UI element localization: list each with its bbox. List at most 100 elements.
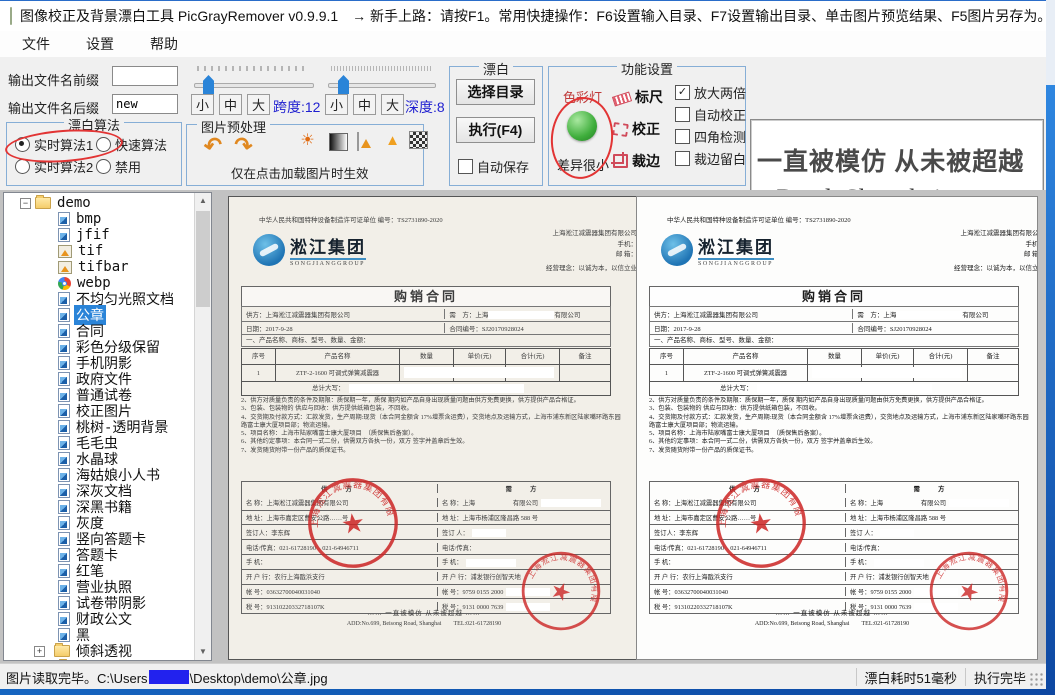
title-bar: 图像校正及背景漂白工具 PicGrayRemover v0.9.9.1 → 新手… [0,0,1046,31]
depth-slider-thumb[interactable] [338,75,349,94]
algorithm-group-title: 漂白算法 [64,115,124,134]
magnifier-text-line1: 一直被模仿 从未被超越 [757,142,1024,178]
contract-terms: 2、供方对质量负责的条件及期限：质保期一年，质保 期内如产品自身出现质量问题由供… [241,397,625,455]
menu-帮助[interactable]: 帮助 [136,31,192,57]
date-row: 日期：2017-9-28 合同编号：SJ20170928024 [649,321,1019,335]
select-directory-button[interactable]: 选择目录 [456,79,535,105]
contrast-icon[interactable] [329,133,348,151]
image-icon [58,484,70,498]
check-四角检测[interactable]: 四角检测 [675,125,746,147]
image-icon [58,372,70,386]
date-cell: 日期：2017-9-28 [242,323,444,333]
contract-document: 中华人民共和国特种设备制造许可证单位 编号：TS2731890-2020 淞江集… [637,197,1038,659]
histogram-icon[interactable] [357,132,359,151]
tool-校正[interactable]: 校正 [613,113,663,145]
image-icon [58,308,70,322]
radio-icon [15,159,30,174]
radio-实时算法1[interactable]: 实时算法1 [15,133,96,155]
execute-button[interactable]: 执行(F4) [456,117,535,143]
check-裁边留白[interactable]: 裁边留白 [675,147,746,169]
image-icon [58,324,70,338]
resize-grip[interactable] [1030,673,1044,687]
tree-item-tifbar[interactable]: tifbar [4,259,195,275]
folder-icon [35,197,51,209]
tree-item-财政公文[interactable]: 财政公文 [4,611,195,627]
prefix-input[interactable] [112,66,178,86]
image-icon [58,436,70,450]
check-放大两倍[interactable]: ✓放大两倍 [675,81,746,103]
logo-text: 淞江集团 [698,233,774,258]
dither-icon[interactable] [409,131,428,149]
check-自动校正[interactable]: 自动校正 [675,103,746,125]
size-button-小[interactable]: 小 [325,94,348,115]
status-bar: 图片读取完毕。C:\Users \Desktop\demo\公章.jpg 漂白耗… [0,663,1046,690]
image-icon [58,548,70,562]
tree-item-jfif[interactable]: jfif [4,227,195,243]
bleach-groupbox: 漂白 选择目录 执行(F4) 自动保存 [449,66,543,186]
image-icon [58,228,70,242]
contract-document: 中华人民共和国特种设备制造许可证单位 编号：TS2731890-2020 淞江集… [229,197,659,659]
span-value-label: 跨度:12 [273,97,320,117]
algorithm-options: 实时算法1快速算法实时算法2禁用 [15,133,177,177]
image-icon [58,388,70,402]
radio-快速算法[interactable]: 快速算法 [96,133,177,155]
preview-original[interactable]: 中华人民共和国特种设备制造许可证单位 编号：TS2731890-2020 淞江集… [228,196,660,660]
brightness-icon[interactable]: ☀ [299,133,316,149]
size-button-小[interactable]: 小 [191,94,214,115]
footer-address: ADD:No.699, Beisong Road, Shanghai TEL:0… [637,618,1027,627]
threshold-icon[interactable]: ▲ [384,133,401,149]
company-logo: 淞江集团 SONGJIANGGROUP [661,233,774,267]
tree-scrollbar[interactable]: ▲ ▼ [194,193,211,660]
size-button-大[interactable]: 大 [247,94,270,115]
bleach-time: 漂白耗时51毫秒 [865,668,957,687]
mail-line: 邮 箱： [954,250,1038,261]
product-table-header: 序号产品名称数量单价(元)合计(元)备注 [650,349,1018,364]
cert-line: 中华人民共和国特种设备制造许可证单位 编号：TS2731890-2020 [259,214,443,224]
image-icon [58,340,70,354]
tool-裁边[interactable]: 裁边 [613,145,663,177]
suffix-input[interactable] [112,94,178,114]
footer-slogan: …… 一直被模仿 从未被超越 …… [637,607,1027,617]
contract-title: 购销合同 [649,286,1019,307]
size-button-中[interactable]: 中 [219,94,242,115]
autosave-checkbox[interactable]: 自动保存 [458,157,529,176]
redo-icon[interactable]: ↷ [232,132,255,161]
tool-标尺[interactable]: 标尺 [613,81,663,113]
tree-item-倾斜透视[interactable]: +倾斜透视 [4,643,195,659]
radio-实时算法2[interactable]: 实时算法2 [15,155,96,177]
span-slider-thumb[interactable] [203,75,214,94]
preview-processed[interactable]: 中华人民共和国特种设备制造许可证单位 编号：TS2731890-2020 淞江集… [636,196,1038,660]
menu-文件[interactable]: 文件 [8,31,64,57]
size-button-中[interactable]: 中 [353,94,376,115]
status-message: 图片读取完毕。C:\Users \Desktop\demo\公章.jpg [6,668,328,687]
checkbox-icon [675,107,690,122]
menu-设置[interactable]: 设置 [72,31,128,57]
contract-terms: 2、供方对质量负责的条件及期限：质保期一年，质保 期内如产品自身出现质量问题由供… [649,397,1033,455]
date-cell: 日期：2017-9-28 [650,323,852,333]
preprocess-hint: 仅在点击加载图片时生效 [231,163,369,182]
radio-禁用[interactable]: 禁用 [96,155,177,177]
motto-line: 经营理念：以诚为本，以信立业 [954,264,1038,275]
size-button-大[interactable]: 大 [381,94,404,115]
image-icon [58,212,70,226]
checkbox-icon: ✓ [675,85,690,100]
radio-icon [96,137,111,152]
separator [856,668,857,686]
folder-icon [54,645,70,657]
lamp-status-text: 差异很小 [557,155,609,174]
parties-table-rows: 名 称：上海淞江减震器集团有限公司名 称：上海 有限公司地 址：上海市嘉定区曹安… [242,496,610,613]
tree-item-bmp[interactable]: bmp [4,211,195,227]
scroll-up-icon[interactable]: ▲ [195,193,211,209]
expander-icon: + [34,646,45,657]
parties-table: 供 方 需 方 名 称：上海淞江减震器集团有限公司名 称：上海 有限公司地 址：… [241,481,611,614]
company-name: 上海淞江减震器集团有限公司 [954,229,1038,240]
tree-item-root[interactable]: −demo [4,195,195,211]
scrollbar-thumb[interactable] [196,211,210,307]
supplier-cell: 供方：上海淞江减震器集团有限公司 [242,309,444,319]
scroll-down-icon[interactable]: ▼ [195,644,211,660]
tree-item-partial[interactable] [4,659,195,660]
tree-item-tif[interactable]: tif [4,243,195,259]
image-icon [58,452,70,466]
product-table-row: 1ZTF-2-1600 可调式弹簧减震器 [242,364,610,381]
execute-done: 执行完毕 [974,668,1026,687]
